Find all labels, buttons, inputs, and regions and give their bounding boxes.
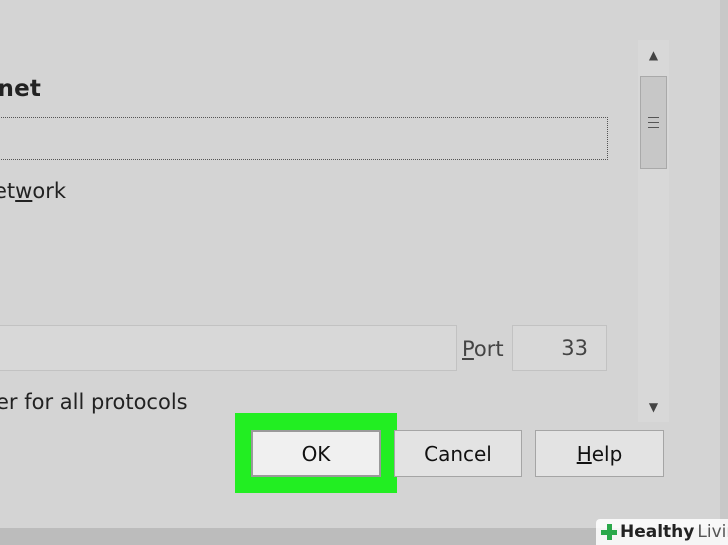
help-accesskey: H [576,441,592,466]
grip-icon [648,117,659,128]
network-label-prefix: et [0,179,16,203]
watermark: Healthy Living [596,519,728,545]
scroll-down-icon[interactable]: ▼ [638,392,669,422]
port-label-rest: ort [473,337,504,361]
ok-button[interactable]: OK [251,430,381,477]
vertical-scrollbar[interactable]: ▲ ▼ [638,40,669,422]
help-label-rest: elp [591,441,623,466]
port-label: Port [462,337,504,361]
cross-logo-icon [600,523,618,541]
proxy-host-input[interactable] [0,325,457,371]
watermark-brand-strong: Healthy [620,522,695,542]
scrollbar-thumb[interactable] [640,76,667,169]
help-button[interactable]: Help [535,430,664,477]
screenshot: rnet etwork Port 33 er for all protocols… [0,0,728,545]
use-proxy-for-all-protocols-label[interactable]: er for all protocols [0,390,188,414]
network-label-suffix: ork [32,179,66,203]
connection-settings-dialog: rnet etwork Port 33 er for all protocols… [0,0,720,528]
focused-radio-option[interactable] [0,117,608,160]
dialog-content: rnet etwork Port 33 er for all protocols [0,0,630,420]
port-label-accesskey: P [462,337,474,361]
scroll-up-icon[interactable]: ▲ [638,40,669,70]
watermark-brand-light: Living [697,522,728,542]
section-heading: rnet [0,76,42,102]
network-label-accesskey: w [15,179,33,203]
window-edge [720,0,728,545]
cancel-button[interactable]: Cancel [394,430,522,477]
port-input[interactable]: 33 [512,325,607,371]
radio-use-system-network-label[interactable]: etwork [0,179,66,203]
